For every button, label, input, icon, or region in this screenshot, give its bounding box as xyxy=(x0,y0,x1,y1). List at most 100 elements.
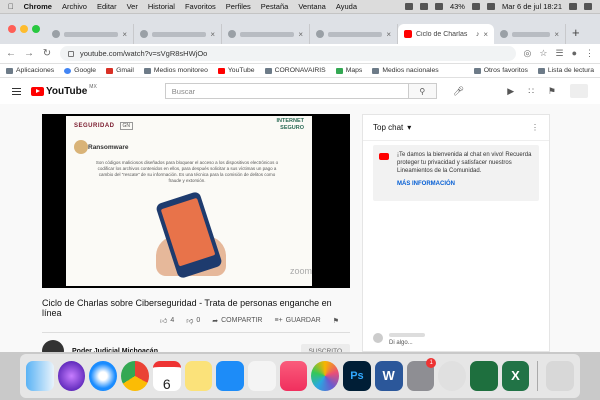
bookmark-youtube[interactable]: YouTube xyxy=(217,67,255,74)
gmail-icon xyxy=(106,67,114,74)
url-text[interactable]: youtube.com/watch?v=sVgR8sHWjOo xyxy=(80,49,207,58)
app-store-icon[interactable] xyxy=(216,361,244,391)
chat-input-placeholder[interactable]: Di algo... xyxy=(389,340,425,346)
maximize-window-button[interactable] xyxy=(32,25,40,33)
search-button[interactable]: ⚲ xyxy=(407,84,436,98)
bookmark-gmail[interactable]: Gmail xyxy=(106,67,134,74)
reload-icon[interactable]: ↻ xyxy=(42,48,52,59)
menu-app-name[interactable]: Chrome xyxy=(24,2,52,11)
bookmark-medios-monitoreo[interactable]: Medios monitoreo xyxy=(143,67,208,74)
browser-tab[interactable]: × xyxy=(134,24,222,44)
youtube-favicon xyxy=(404,30,412,38)
menu-ver[interactable]: Ver xyxy=(127,2,138,11)
close-tab-icon[interactable]: × xyxy=(483,30,488,39)
lens-icon[interactable]: ◎ xyxy=(524,48,532,59)
top-chat-dropdown[interactable]: Top chat xyxy=(373,123,403,132)
minimize-window-button[interactable] xyxy=(20,25,28,33)
flag-icon[interactable] xyxy=(486,3,495,10)
screen-time-icon[interactable] xyxy=(438,361,466,391)
chrome-menu-icon[interactable]: ⋮ xyxy=(585,48,594,59)
notifications-bell-icon[interactable]: ⚑ xyxy=(548,86,556,97)
menu-perfiles[interactable]: Perfiles xyxy=(226,2,251,11)
close-tab-icon[interactable]: × xyxy=(122,30,127,39)
omnibox[interactable]: youtube.com/watch?v=sVgR8sHWjOo xyxy=(60,46,516,61)
photoshop-icon[interactable]: Ps xyxy=(343,361,371,391)
browser-tab[interactable]: × xyxy=(310,24,398,44)
menu-ayuda[interactable]: Ayuda xyxy=(336,2,357,11)
siri-icon[interactable] xyxy=(57,361,86,391)
trash-icon[interactable] xyxy=(546,361,574,391)
calendar-icon[interactable]: 6 xyxy=(152,361,181,392)
share-icon: ➦ xyxy=(212,317,219,325)
system-preferences-icon[interactable]: 1 xyxy=(406,358,437,391)
apple-icon[interactable]:  xyxy=(8,2,14,11)
youtube-logo[interactable]: YouTube MX xyxy=(31,84,97,97)
dislike-button[interactable]: 👎︎ 0 xyxy=(186,316,200,325)
forward-arrow-icon[interactable]: → xyxy=(24,48,34,59)
bookmark-medios-nacionales[interactable]: Medios nacionales xyxy=(372,67,439,74)
photos-icon[interactable] xyxy=(311,361,340,391)
save-button[interactable]: ≡+ GUARDAR xyxy=(274,317,320,324)
menu-archivo[interactable]: Archivo xyxy=(62,2,87,11)
internet-seguro-logo: INTERNET SEGURO xyxy=(277,118,305,132)
profile-icon[interactable]: ● xyxy=(572,48,577,59)
reading-list-icon[interactable]: ☰ xyxy=(555,48,563,59)
share-button[interactable]: ➦ COMPARTIR xyxy=(212,317,262,325)
close-window-button[interactable] xyxy=(8,25,16,33)
like-button[interactable]: 👍︎ 4 xyxy=(160,316,174,325)
chrome-icon[interactable] xyxy=(121,361,149,391)
finder-icon[interactable] xyxy=(26,361,54,391)
browser-tab-active[interactable]: Ciclo de Charlas ♪ × xyxy=(398,24,494,44)
battery-icon[interactable] xyxy=(471,3,480,10)
bookmark-otros-favoritos[interactable]: Otros favoritos xyxy=(473,67,528,74)
menu-historial[interactable]: Historial xyxy=(148,2,175,11)
excel-icon[interactable]: X xyxy=(501,361,530,391)
account-avatar[interactable] xyxy=(570,84,588,98)
apps-grid-icon[interactable]: ∷ xyxy=(528,86,534,97)
more-info-link[interactable]: MÁS INFORMACIÓN xyxy=(397,180,533,188)
bookmark-star-icon[interactable]: ☆ xyxy=(539,48,547,59)
safari-icon[interactable] xyxy=(89,361,118,391)
search-icon[interactable] xyxy=(569,3,577,10)
bookmark-apps[interactable]: Aplicaciones xyxy=(6,67,54,74)
hamburger-menu-icon[interactable] xyxy=(12,87,21,95)
music-icon[interactable] xyxy=(279,361,308,391)
control-center-icon[interactable] xyxy=(584,3,592,10)
menu-editar[interactable]: Editar xyxy=(97,2,117,11)
close-tab-icon[interactable]: × xyxy=(386,30,391,39)
browser-tab[interactable]: × xyxy=(46,24,134,44)
audio-icon[interactable]: ♪ xyxy=(476,31,480,38)
wifi-icon[interactable] xyxy=(434,3,443,10)
word-icon[interactable]: W xyxy=(374,361,403,391)
close-tab-icon[interactable]: × xyxy=(298,30,303,39)
evernote-icon[interactable] xyxy=(469,361,498,391)
search-input[interactable]: Buscar xyxy=(166,84,408,98)
save-label: GUARDAR xyxy=(285,317,321,324)
microphone-icon[interactable]: 🎤︎ xyxy=(453,86,464,97)
close-tab-icon[interactable]: × xyxy=(210,30,215,39)
new-tab-button[interactable]: + xyxy=(566,25,586,44)
report-button[interactable]: ⚑ xyxy=(333,317,339,325)
menu-favoritos[interactable]: Favoritos xyxy=(185,2,216,11)
browser-tab[interactable]: × xyxy=(494,24,566,44)
clock[interactable]: Mar 6 de jul 18:21 xyxy=(502,2,562,11)
chevron-down-icon[interactable]: ▾ xyxy=(407,123,411,132)
chat-input-row[interactable]: Di algo... xyxy=(373,333,425,346)
back-arrow-icon[interactable]: ← xyxy=(6,48,16,59)
bookmark-maps[interactable]: Maps xyxy=(335,67,362,74)
video-title: Ciclo de Charlas sobre Ciberseguridad - … xyxy=(42,298,332,318)
reading-list[interactable]: Lista de lectura xyxy=(537,67,594,74)
menu-pestana[interactable]: Pestaña xyxy=(261,2,289,11)
status-icon[interactable] xyxy=(419,3,428,10)
notes-icon[interactable] xyxy=(184,361,213,391)
reminders-icon[interactable] xyxy=(247,361,276,391)
menu-ventana[interactable]: Ventana xyxy=(298,2,326,11)
screen-share-icon[interactable] xyxy=(404,3,413,10)
lock-icon[interactable] xyxy=(68,50,74,57)
bookmark-coronavairis[interactable]: CORONAVAIRIS xyxy=(264,67,326,74)
create-video-icon[interactable]: ▶ xyxy=(507,86,514,97)
browser-tab[interactable]: × xyxy=(222,24,310,44)
more-options-icon[interactable]: ⋮ xyxy=(531,123,539,132)
bookmark-google[interactable]: Google xyxy=(64,67,96,74)
close-tab-icon[interactable]: × xyxy=(554,30,559,39)
